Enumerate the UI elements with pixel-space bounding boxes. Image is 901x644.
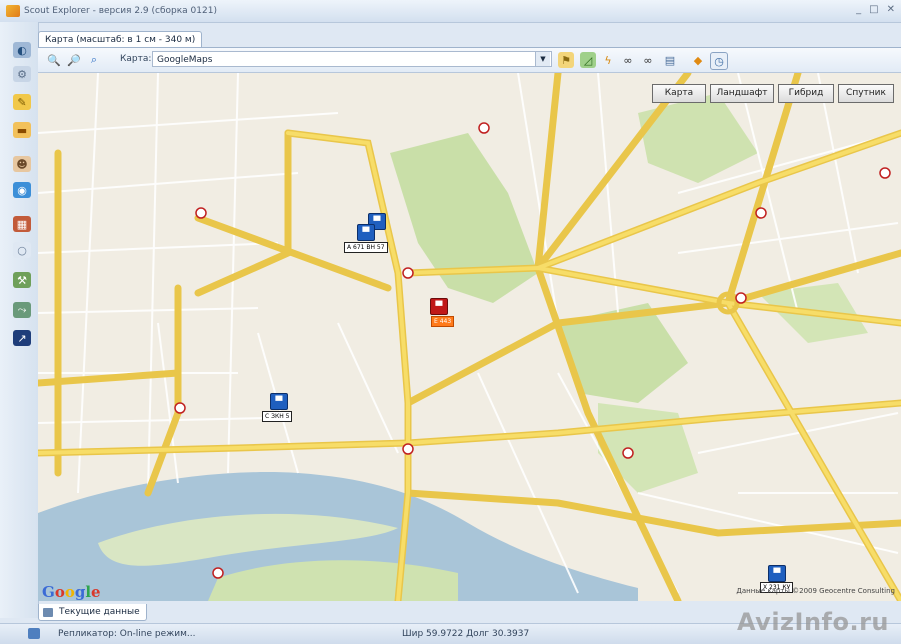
map-type-hybrid-button[interactable]: Гибрид — [778, 84, 834, 103]
map-provider-select[interactable]: GoogleMaps — [152, 51, 552, 67]
vehicle-marker[interactable]: ▀ — [768, 565, 786, 582]
zoom-out-icon[interactable]: 🔎 — [66, 52, 82, 68]
zoom-in-icon[interactable]: 🔍 — [46, 52, 62, 68]
window-title: Scout Explorer - версия 2.9 (сборка 0121… — [24, 6, 217, 16]
route-icon[interactable]: ⤳ — [13, 302, 31, 318]
status-replicator: Репликатор: On-line режим... — [58, 629, 196, 639]
user-icon[interactable]: ☻ — [13, 156, 31, 172]
map-view-icon[interactable]: ◐ — [13, 42, 31, 58]
tab-current-data-label: Текущие данные — [59, 607, 140, 617]
binoculars-search-icon[interactable]: ∞ — [640, 52, 656, 68]
map-type-map-button[interactable]: Карта — [652, 84, 706, 103]
tab-map[interactable]: Карта (масштаб: в 1 см - 340 м) — [38, 31, 203, 48]
map-type-satellite-button[interactable]: Спутник — [838, 84, 894, 103]
title-bar: Scout Explorer - версия 2.9 (сборка 0121… — [0, 0, 901, 23]
vehicle-marker-alert[interactable]: ▀ — [430, 298, 448, 315]
google-logo: Google — [42, 583, 101, 601]
map-canvas[interactable]: Карта Ландшафт Гибрид Спутник ▀ ▀ А 671 … — [38, 73, 901, 601]
tab-map-label: Карта (масштаб: в 1 см - 340 м) — [45, 35, 196, 45]
maximize-button[interactable]: □ — [869, 4, 878, 15]
diamond-icon[interactable]: ◆ — [690, 52, 706, 68]
map-provider-label: Карта: — [120, 54, 152, 64]
map-toolbar: 🔍 🔎 ⌕ Карта: GoogleMaps ▼ ⚑ ◿ ϟ ∞ ∞ ▤ ◆ … — [38, 48, 901, 73]
window-controls: _ □ ✕ — [856, 4, 895, 15]
export-icon[interactable]: ↗ — [13, 330, 31, 346]
status-coordinates: Шир 59.9722 Долг 30.3937 — [402, 629, 530, 639]
reports-icon[interactable]: ✎ — [13, 94, 31, 110]
left-toolbar: ◐ ⚙ ✎ ▬ ☻ ◉ ▦ ○ ⚒ ⤳ ↗ — [0, 22, 39, 618]
tools-icon[interactable]: ⚒ — [13, 272, 31, 288]
lightning-icon[interactable]: ϟ — [600, 52, 616, 68]
vehicle-plate: С ЗКН 5 — [262, 411, 293, 422]
globe-icon[interactable]: ◉ — [13, 182, 31, 198]
flag-icon[interactable]: ⚑ — [558, 52, 574, 68]
table-icon — [43, 607, 53, 617]
circle-icon[interactable]: ○ — [13, 242, 31, 258]
minimize-button[interactable]: _ — [856, 4, 861, 15]
truck-icon[interactable]: ▬ — [13, 122, 31, 138]
connection-icon — [28, 628, 40, 639]
vehicle-marker[interactable]: ▀ — [357, 224, 375, 241]
map-provider-value: GoogleMaps — [157, 55, 213, 65]
map-drawing — [38, 73, 901, 601]
clock-icon[interactable]: ◷ — [710, 52, 728, 70]
vehicle-plate: А 671 ВН 57 — [344, 242, 388, 253]
close-button[interactable]: ✕ — [887, 4, 895, 15]
vehicle-plate: Е 443 — [431, 316, 455, 327]
chevron-down-icon[interactable]: ▼ — [535, 52, 550, 66]
binoculars-icon[interactable]: ∞ — [620, 52, 636, 68]
app-icon — [6, 5, 20, 17]
tab-current-data[interactable]: Текущие данные — [38, 604, 147, 621]
layers-icon[interactable]: ▤ — [662, 52, 678, 68]
vehicle-marker[interactable]: ▀ — [270, 393, 288, 410]
zoom-icon[interactable]: ⌕ — [86, 52, 102, 68]
calendar-icon[interactable]: ▦ — [13, 216, 31, 232]
map-type-terrain-button[interactable]: Ландшафт — [710, 84, 774, 103]
map-copyright: Данные карты ©2009 Geocentre Consulting — [736, 587, 895, 595]
measure-icon[interactable]: ◿ — [580, 52, 596, 68]
vehicles-icon[interactable]: ⚙ — [13, 66, 31, 82]
watermark: AvizInfo.ru — [736, 608, 889, 636]
